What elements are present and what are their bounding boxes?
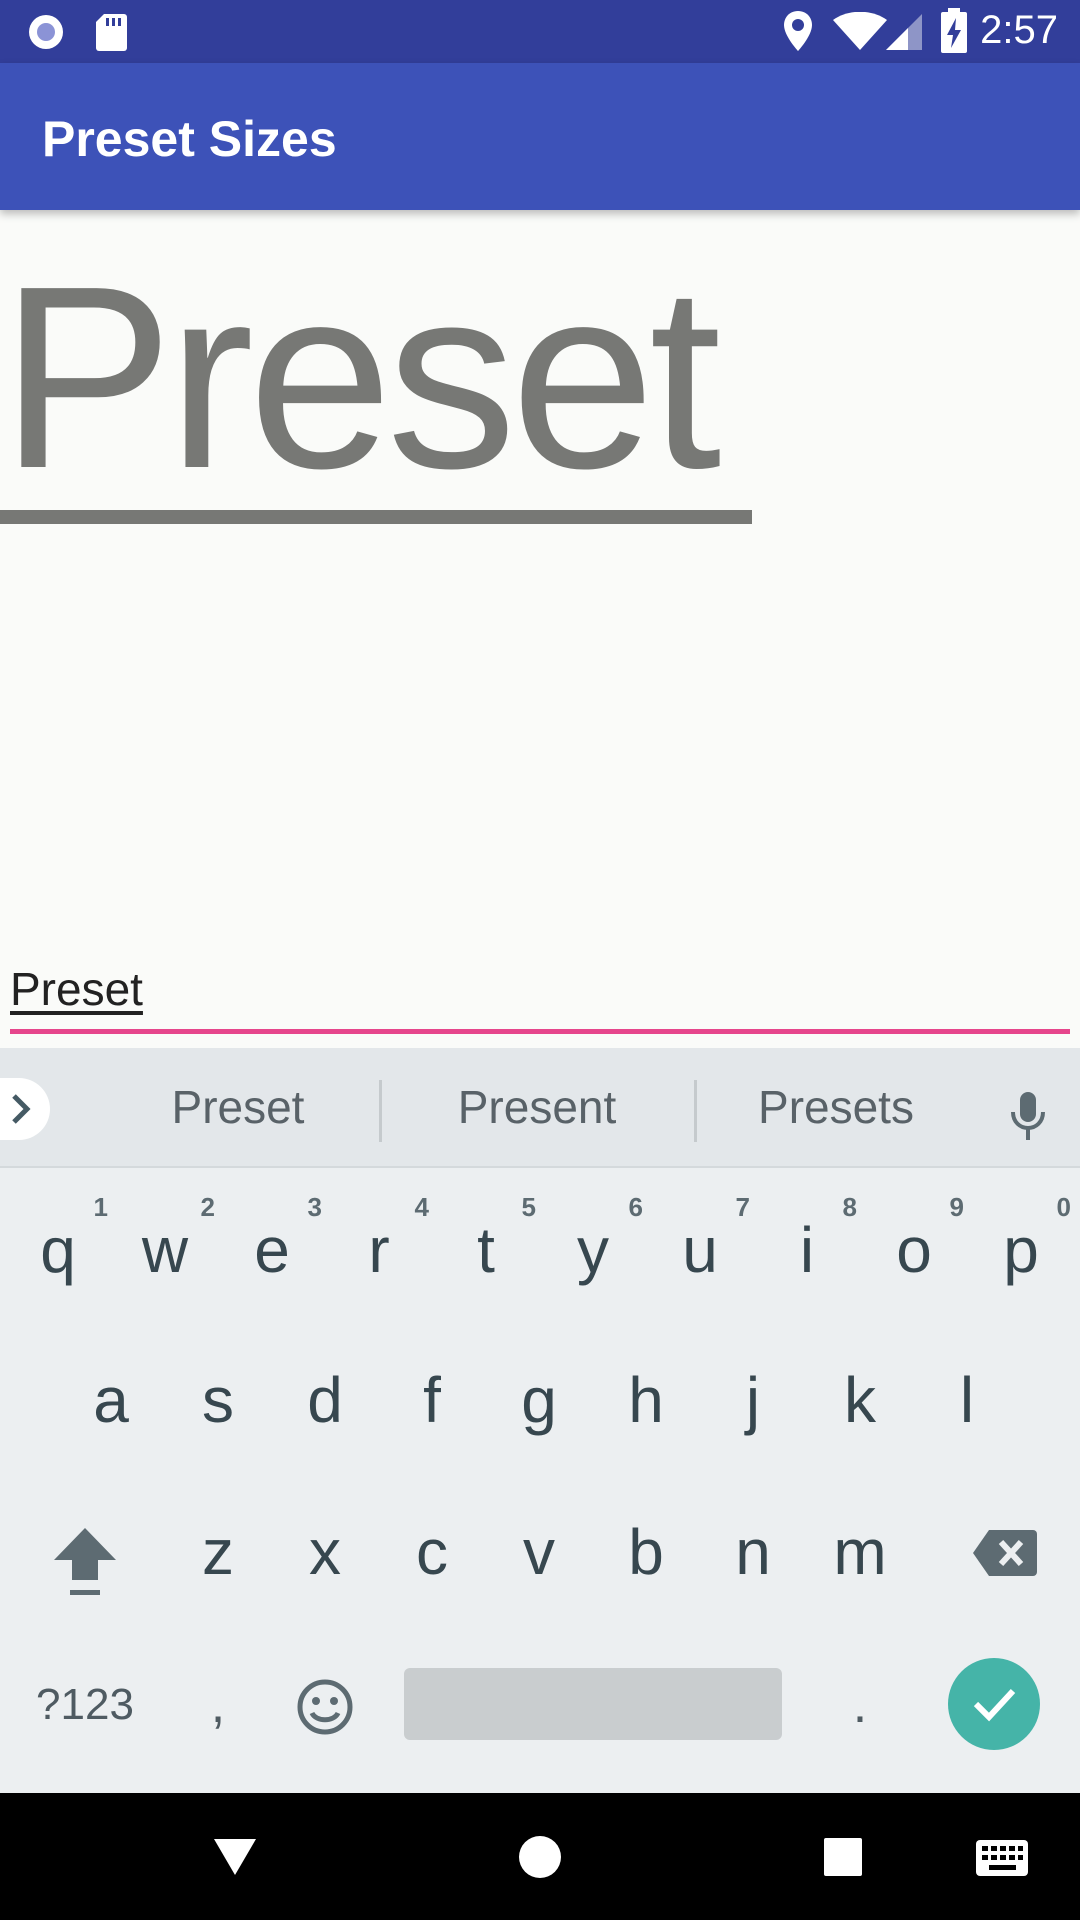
comma-key[interactable]: , bbox=[168, 1660, 268, 1750]
suggestion-1[interactable]: Preset bbox=[88, 1080, 388, 1134]
period-key[interactable]: . bbox=[810, 1660, 910, 1750]
enter-button[interactable] bbox=[948, 1658, 1040, 1750]
preview-underline bbox=[0, 510, 752, 524]
key-y[interactable]: y6 bbox=[543, 1190, 643, 1310]
soft-keyboard: Preset Present Presets q1 w2 e3 r4 t5 y6… bbox=[0, 1048, 1080, 1793]
key-s[interactable]: s bbox=[168, 1340, 268, 1460]
sd-card-icon bbox=[94, 12, 128, 57]
key-label: w bbox=[141, 1214, 189, 1286]
key-hint: 6 bbox=[628, 1192, 643, 1222]
status-time: 2:57 bbox=[980, 8, 1058, 52]
space-bar[interactable] bbox=[404, 1668, 782, 1740]
key-b[interactable]: b bbox=[596, 1492, 696, 1612]
key-label: o bbox=[896, 1214, 932, 1286]
key-label: y bbox=[577, 1214, 609, 1286]
key-u[interactable]: u7 bbox=[650, 1190, 750, 1310]
key-g[interactable]: g bbox=[489, 1340, 589, 1460]
location-icon bbox=[782, 10, 814, 57]
wifi-icon bbox=[832, 11, 888, 57]
key-label: i bbox=[799, 1214, 815, 1286]
key-a[interactable]: a bbox=[61, 1340, 161, 1460]
key-p[interactable]: p0 bbox=[971, 1190, 1071, 1310]
status-bar: 2:57 bbox=[0, 0, 1080, 63]
key-c[interactable]: c bbox=[382, 1492, 482, 1612]
key-label: e bbox=[254, 1214, 290, 1286]
key-m[interactable]: m bbox=[810, 1492, 910, 1612]
shift-key[interactable] bbox=[30, 1510, 140, 1630]
key-n[interactable]: n bbox=[703, 1492, 803, 1612]
microphone-icon[interactable] bbox=[1008, 1090, 1048, 1147]
home-icon[interactable] bbox=[518, 1835, 562, 1884]
key-j[interactable]: j bbox=[703, 1340, 803, 1460]
key-d[interactable]: d bbox=[275, 1340, 375, 1460]
key-label: u bbox=[682, 1214, 718, 1286]
key-h[interactable]: h bbox=[596, 1340, 696, 1460]
key-f[interactable]: f bbox=[382, 1340, 482, 1460]
emoji-key[interactable] bbox=[280, 1662, 370, 1752]
key-k[interactable]: k bbox=[810, 1340, 910, 1460]
keyboard-switch-icon[interactable] bbox=[975, 1839, 1029, 1882]
text-input-underline bbox=[10, 1029, 1070, 1034]
text-input-field[interactable]: Preset bbox=[10, 962, 143, 1016]
battery-charging-icon bbox=[940, 8, 968, 59]
key-o[interactable]: o9 bbox=[864, 1190, 964, 1310]
emoji-icon bbox=[297, 1679, 353, 1735]
key-q[interactable]: q1 bbox=[8, 1190, 108, 1310]
key-l[interactable]: l bbox=[917, 1340, 1017, 1460]
shift-icon bbox=[54, 1528, 116, 1595]
key-hint: 8 bbox=[842, 1192, 857, 1222]
app-title: Preset Sizes bbox=[42, 111, 337, 167]
key-hint: 1 bbox=[93, 1192, 108, 1222]
symbols-key[interactable]: ?123 bbox=[10, 1660, 160, 1750]
expand-toolbar-button[interactable] bbox=[0, 1078, 50, 1140]
app-bar: Preset Sizes bbox=[0, 63, 1080, 210]
key-hint: 9 bbox=[949, 1192, 964, 1222]
preview-text: Preset bbox=[0, 233, 721, 523]
signal-icon bbox=[884, 12, 924, 57]
key-hint: 3 bbox=[307, 1192, 322, 1222]
key-i[interactable]: i8 bbox=[757, 1190, 857, 1310]
recents-icon[interactable] bbox=[823, 1837, 863, 1882]
suggestion-3[interactable]: Presets bbox=[686, 1080, 986, 1134]
key-hint: 4 bbox=[414, 1192, 429, 1222]
key-hint: 2 bbox=[200, 1192, 215, 1222]
key-v[interactable]: v bbox=[489, 1492, 589, 1612]
key-label: t bbox=[477, 1214, 495, 1286]
suggestion-2[interactable]: Present bbox=[387, 1080, 687, 1134]
checkmark-icon bbox=[973, 1688, 1016, 1722]
chevron-right-icon bbox=[12, 1094, 31, 1124]
backspace-key[interactable] bbox=[950, 1510, 1060, 1630]
backspace-icon bbox=[973, 1530, 1037, 1576]
key-label: r bbox=[368, 1214, 390, 1286]
suggestion-divider bbox=[379, 1080, 382, 1142]
key-w[interactable]: w2 bbox=[115, 1190, 215, 1310]
back-icon[interactable] bbox=[212, 1837, 258, 1882]
key-label: p bbox=[1003, 1214, 1039, 1286]
key-label: q bbox=[40, 1214, 76, 1286]
record-icon bbox=[26, 12, 66, 57]
key-hint: 5 bbox=[521, 1192, 536, 1222]
key-hint: 7 bbox=[735, 1192, 750, 1222]
navigation-bar bbox=[0, 1793, 1080, 1920]
key-e[interactable]: e3 bbox=[222, 1190, 322, 1310]
key-x[interactable]: x bbox=[275, 1492, 375, 1612]
key-hint: 0 bbox=[1056, 1192, 1071, 1222]
key-r[interactable]: r4 bbox=[329, 1190, 429, 1310]
key-z[interactable]: z bbox=[168, 1492, 268, 1612]
key-t[interactable]: t5 bbox=[436, 1190, 536, 1310]
suggestion-strip: Preset Present Presets bbox=[0, 1048, 1080, 1168]
